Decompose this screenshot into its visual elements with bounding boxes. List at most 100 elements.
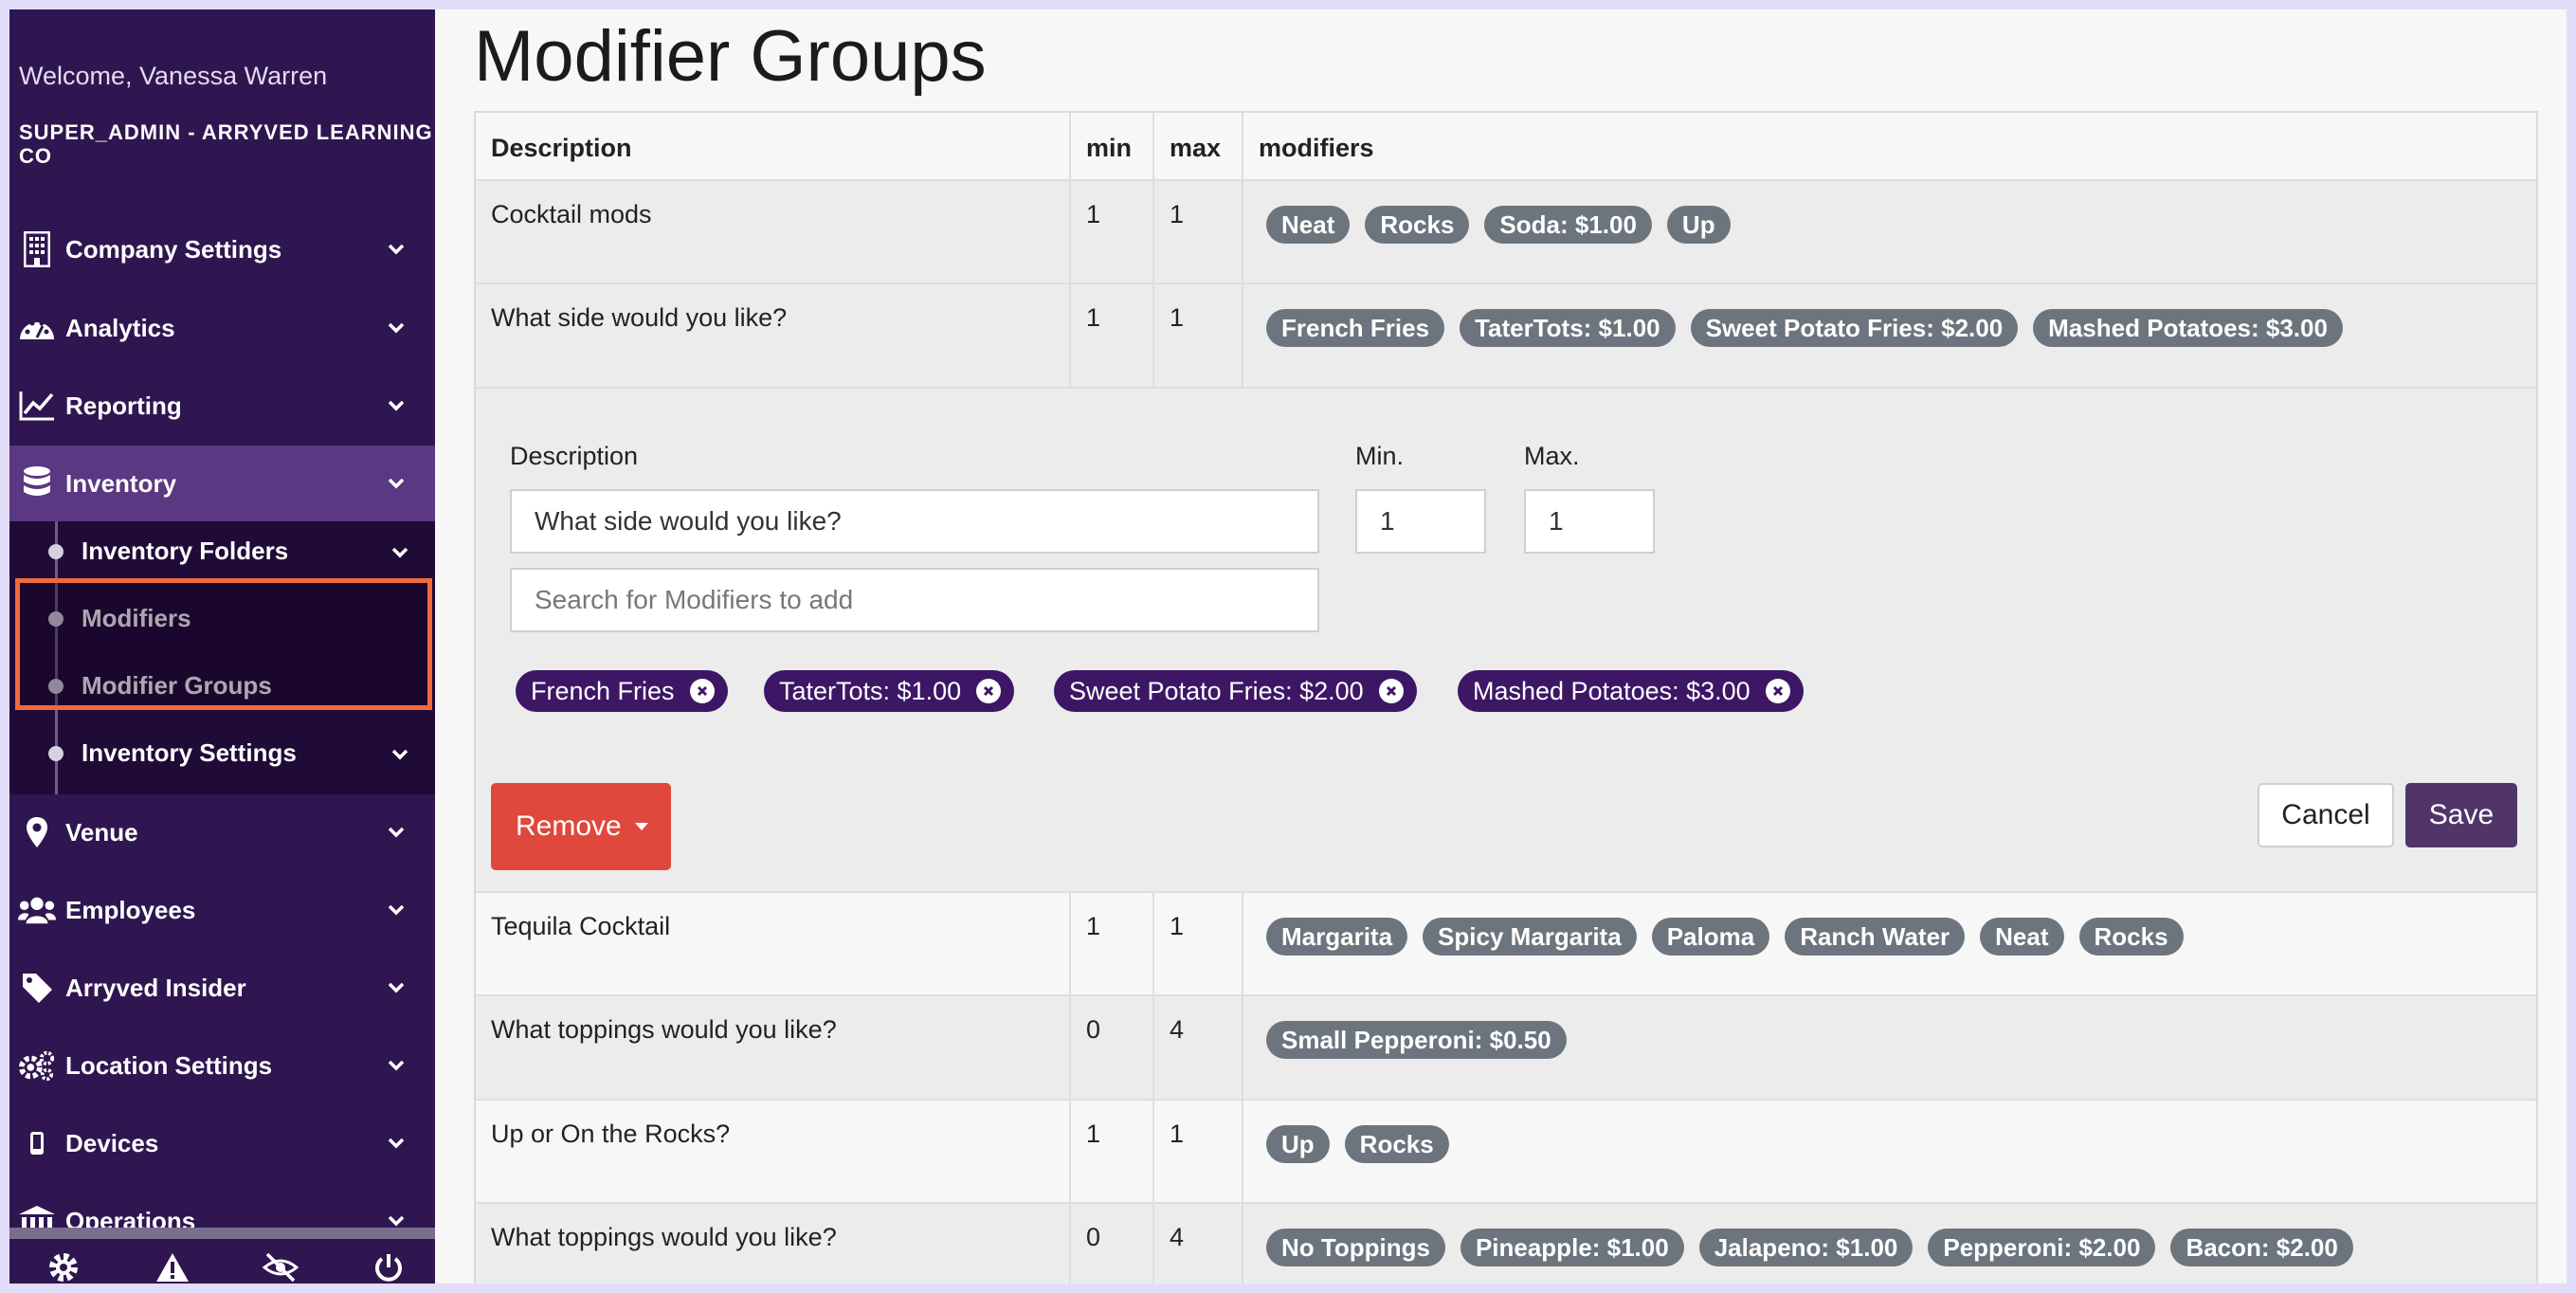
sidebar-footer bbox=[9, 1228, 435, 1284]
remove-chip-icon[interactable] bbox=[689, 679, 715, 703]
sub-label: Inventory Folders bbox=[82, 537, 289, 565]
table-row[interactable]: Tequila Cocktail 1 1 Margarita Spicy Mar… bbox=[476, 893, 2536, 996]
nav-devices[interactable]: Devices bbox=[9, 1105, 435, 1181]
row-max: 1 bbox=[1154, 284, 1243, 387]
modifier-badge: Neat bbox=[1266, 206, 1351, 244]
nav-company-settings[interactable]: Company Settings bbox=[9, 211, 435, 287]
modifier-badge: Up bbox=[1666, 206, 1731, 244]
nav-venue[interactable]: Venue bbox=[9, 794, 435, 870]
row-modifiers: Small Pepperoni: $0.50 bbox=[1243, 996, 2536, 1099]
modifier-badge: Neat bbox=[1980, 918, 2064, 956]
nav-label: Devices bbox=[65, 1128, 159, 1157]
chip-label: Sweet Potato Fries: $2.00 bbox=[1069, 676, 1364, 705]
modifier-search-input[interactable] bbox=[510, 568, 1319, 632]
gear-icon[interactable] bbox=[43, 1247, 84, 1284]
warning-icon[interactable] bbox=[152, 1247, 193, 1284]
database-icon bbox=[18, 464, 56, 502]
description-label: Description bbox=[510, 442, 639, 470]
bullet-dot bbox=[48, 544, 63, 559]
modifier-badge: Ranch Water bbox=[1785, 918, 1966, 956]
row-modifiers: Up Rocks bbox=[1243, 1101, 2536, 1202]
row-max: 1 bbox=[1154, 1101, 1243, 1202]
modifier-badge: Mashed Potatoes: $3.00 bbox=[2033, 309, 2343, 347]
nav-label: Location Settings bbox=[65, 1050, 273, 1080]
chevron-down-icon bbox=[388, 1059, 405, 1076]
save-button[interactable]: Save bbox=[2405, 783, 2517, 847]
row-description: Cocktail mods bbox=[476, 181, 1071, 282]
nav-label: Inventory bbox=[65, 468, 177, 498]
selected-modifier-chip: Sweet Potato Fries: $2.00 bbox=[1054, 670, 1417, 712]
min-input[interactable] bbox=[1355, 489, 1486, 554]
remove-dropdown-button[interactable]: Remove bbox=[491, 783, 671, 870]
remove-chip-icon[interactable] bbox=[1765, 679, 1790, 703]
chip-label: French Fries bbox=[531, 676, 675, 705]
modifier-badge: Paloma bbox=[1651, 918, 1770, 956]
eye-slash-icon[interactable] bbox=[260, 1247, 301, 1284]
row-min: 0 bbox=[1071, 996, 1154, 1099]
nav-reporting[interactable]: Reporting bbox=[9, 368, 435, 444]
row-description: What toppings would you like? bbox=[476, 996, 1071, 1099]
main-content: Modifier Groups Description min max modi… bbox=[435, 9, 2567, 1284]
row-min: 1 bbox=[1071, 893, 1154, 994]
modifier-badge: Bacon: $2.00 bbox=[2170, 1229, 2353, 1266]
sidebar-item-inventory-folders[interactable]: Inventory Folders bbox=[9, 521, 435, 580]
table-header: Description min max modifiers bbox=[476, 113, 2536, 181]
page-title: Modifier Groups bbox=[474, 16, 987, 97]
max-input[interactable] bbox=[1524, 489, 1655, 554]
highlight-box bbox=[15, 578, 432, 710]
nav-label: Analytics bbox=[65, 313, 175, 342]
modifier-badge: French Fries bbox=[1266, 309, 1445, 347]
table-row-selected[interactable]: What side would you like? 1 1 French Fri… bbox=[476, 284, 2536, 389]
nav-label: Arryved Insider bbox=[65, 973, 246, 1002]
remove-chip-icon[interactable] bbox=[1378, 679, 1404, 703]
selected-modifier-chip: Mashed Potatoes: $3.00 bbox=[1458, 670, 1804, 712]
selected-modifier-chip: French Fries bbox=[516, 670, 728, 712]
row-max: 4 bbox=[1154, 1204, 1243, 1284]
row-min: 1 bbox=[1071, 284, 1154, 387]
nav-label: Employees bbox=[65, 895, 196, 924]
building-icon bbox=[18, 230, 56, 268]
sidebar: Welcome, Vanessa Warren SUPER_ADMIN - AR… bbox=[9, 9, 435, 1284]
nav-label: Company Settings bbox=[65, 234, 282, 264]
selected-modifier-chip: TaterTots: $1.00 bbox=[764, 670, 1015, 712]
chevron-down-icon bbox=[388, 826, 405, 843]
row-modifiers: Neat Rocks Soda: $1.00 Up bbox=[1243, 181, 2536, 282]
chevron-down-icon bbox=[391, 748, 408, 765]
table-row[interactable]: What toppings would you like? 0 4 No Top… bbox=[476, 1204, 2536, 1284]
row-modifiers: Margarita Spicy Margarita Paloma Ranch W… bbox=[1243, 893, 2536, 994]
chevron-down-icon bbox=[391, 546, 408, 563]
nav-inventory[interactable]: Inventory bbox=[9, 446, 435, 521]
modifier-badge: Sweet Potato Fries: $2.00 bbox=[1690, 309, 2019, 347]
palette-icon bbox=[18, 309, 56, 347]
row-description: What side would you like? bbox=[476, 284, 1071, 387]
modifier-badge: Jalapeno: $1.00 bbox=[1698, 1229, 1914, 1266]
modifier-badge: No Toppings bbox=[1266, 1229, 1445, 1266]
bullet-dot bbox=[48, 746, 63, 761]
modifier-badge: Rocks bbox=[1365, 206, 1470, 244]
nav-location-settings[interactable]: Location Settings bbox=[9, 1028, 435, 1103]
nav-arryved-insider[interactable]: Arryved Insider bbox=[9, 950, 435, 1026]
remove-chip-icon[interactable] bbox=[976, 679, 1002, 703]
header-modifiers: modifiers bbox=[1259, 134, 1374, 162]
chevron-down-icon bbox=[388, 477, 405, 494]
nav-analytics[interactable]: Analytics bbox=[9, 290, 435, 366]
max-label: Max. bbox=[1524, 442, 1580, 470]
cancel-button[interactable]: Cancel bbox=[2258, 783, 2394, 847]
row-max: 1 bbox=[1154, 893, 1243, 994]
sidebar-item-inventory-settings[interactable]: Inventory Settings bbox=[9, 723, 435, 782]
description-input[interactable] bbox=[510, 489, 1319, 554]
nav-employees[interactable]: Employees bbox=[9, 872, 435, 948]
row-modifiers: No Toppings Pineapple: $1.00 Jalapeno: $… bbox=[1243, 1204, 2536, 1284]
row-min: 0 bbox=[1071, 1204, 1154, 1284]
modifier-badge: Up bbox=[1266, 1125, 1330, 1163]
table-row[interactable]: What toppings would you like? 0 4 Small … bbox=[476, 996, 2536, 1101]
table-row[interactable]: Up or On the Rocks? 1 1 Up Rocks bbox=[476, 1101, 2536, 1204]
chevron-down-icon bbox=[388, 243, 405, 260]
modifier-badge: Soda: $1.00 bbox=[1484, 206, 1652, 244]
modifier-badge: Pepperoni: $2.00 bbox=[1928, 1229, 2156, 1266]
chevron-down-icon bbox=[388, 1137, 405, 1154]
table-row[interactable]: Cocktail mods 1 1 Neat Rocks Soda: $1.00… bbox=[476, 181, 2536, 284]
power-icon[interactable] bbox=[368, 1247, 409, 1284]
caret-down-icon bbox=[635, 823, 648, 830]
chip-label: Mashed Potatoes: $3.00 bbox=[1473, 676, 1751, 705]
